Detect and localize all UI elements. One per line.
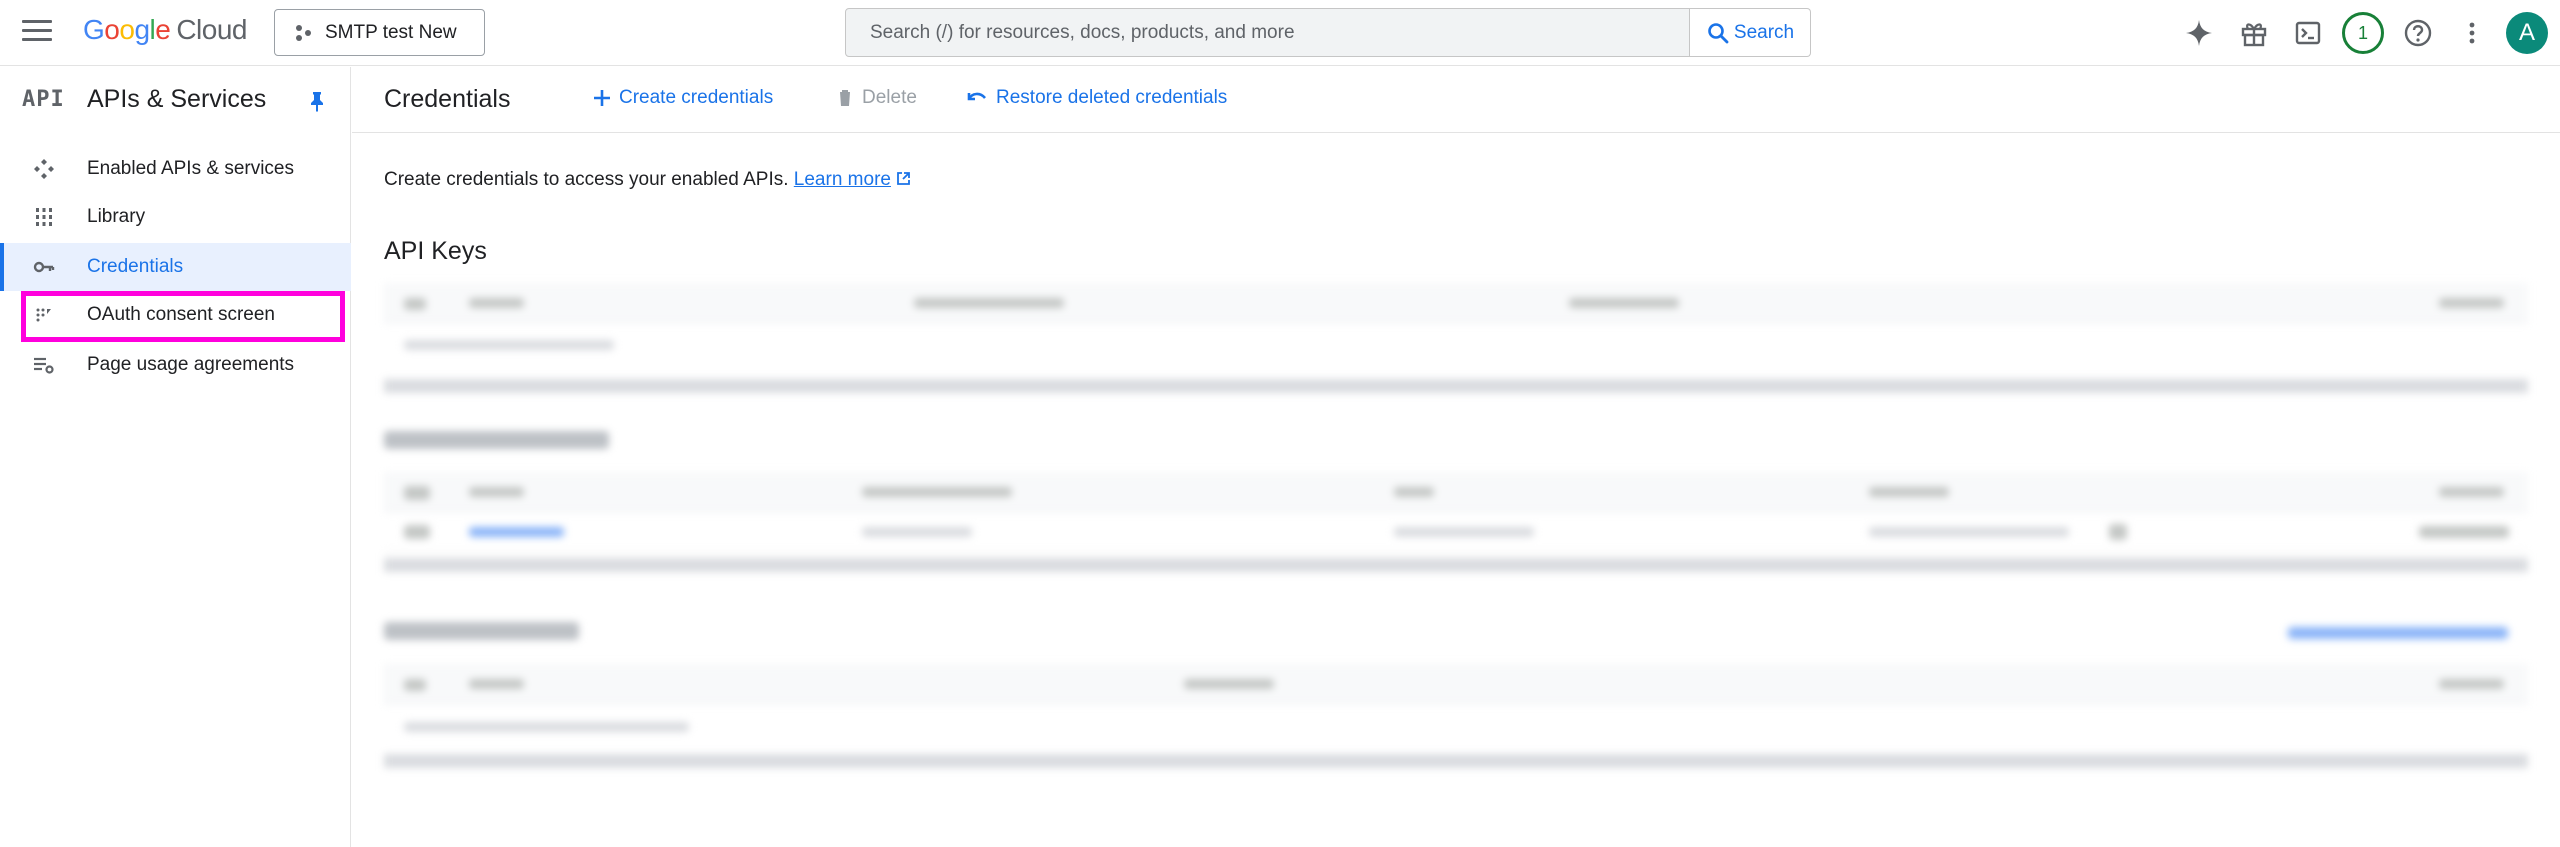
page-header: Credentials Create credentials Delete Re… (352, 67, 2560, 133)
undo-icon (967, 92, 986, 101)
more-options-icon[interactable] (2453, 14, 2491, 52)
cloud-shell-terminal-icon[interactable] (2289, 14, 2327, 52)
sidebar-item-enabled-apis[interactable]: Enabled APIs & services (0, 145, 351, 193)
logo-letter: o (119, 14, 135, 45)
sidebar-item-library[interactable]: Library (0, 193, 351, 241)
main-menu-icon[interactable] (22, 20, 52, 44)
help-icon[interactable] (2399, 14, 2437, 52)
intro-text: Create credentials to access your enable… (384, 169, 911, 191)
sidebar: API APIs & Services Enabled APIs & servi… (0, 67, 351, 847)
logo-product-name: Cloud (176, 14, 247, 45)
google-cloud-logo[interactable]: Google Cloud (83, 14, 247, 46)
create-credentials-label: Create credentials (619, 87, 774, 108)
manage-service-accounts-link-blurred (2288, 627, 2508, 639)
top-bar: Google Cloud SMTP test New Search (/) for… (0, 0, 2560, 66)
gift-icon[interactable] (2235, 14, 2273, 52)
sidebar-item-label: Credentials (87, 256, 184, 277)
delete-label: Delete (862, 87, 917, 108)
sidebar-item-label: Enabled APIs & services (87, 158, 294, 179)
api-keys-table-blurred (384, 283, 2528, 393)
search-icon (1708, 22, 1729, 43)
pin-icon[interactable] (305, 89, 329, 113)
logo-letter: g (134, 14, 150, 45)
search-button-label: Search (1733, 21, 1795, 43)
project-picker-button[interactable]: SMTP test New (274, 9, 485, 56)
service-accounts-title-blurred (384, 622, 579, 640)
sidebar-item-credentials[interactable]: Credentials (0, 243, 351, 291)
search-input[interactable]: Search (/) for resources, docs, products… (845, 8, 1690, 57)
logo-letter: o (104, 14, 120, 45)
sidebar-item-page-usage-agreements[interactable]: Page usage agreements (0, 341, 351, 389)
page-title: Credentials (384, 85, 511, 113)
sidebar-item-label: Library (87, 206, 146, 227)
search-placeholder: Search (/) for resources, docs, products… (870, 21, 1295, 43)
library-grid-icon (32, 205, 56, 229)
intro-description: Create credentials to access your enable… (384, 169, 789, 190)
account-avatar[interactable]: A (2506, 12, 2548, 54)
project-name: SMTP test New (325, 21, 457, 43)
plus-icon (594, 90, 610, 106)
restore-label: Restore deleted credentials (996, 87, 1228, 108)
sidebar-header: API APIs & Services (0, 67, 351, 133)
restore-deleted-credentials-button[interactable]: Restore deleted credentials (966, 87, 1227, 109)
gemini-sparkle-icon[interactable] (2180, 14, 2218, 52)
consent-dots-icon (32, 303, 56, 327)
delete-button[interactable]: Delete (836, 87, 917, 109)
logo-letter: e (155, 14, 171, 45)
project-nodes-icon (296, 24, 311, 41)
create-credentials-button[interactable]: Create credentials (593, 87, 773, 109)
trash-icon (838, 90, 852, 106)
oauth-clients-title-blurred (384, 431, 609, 449)
settings-list-icon (32, 353, 56, 377)
sidebar-item-label: OAuth consent screen (87, 304, 275, 325)
service-accounts-table-blurred (384, 664, 2528, 768)
api-diamond-icon (32, 157, 56, 181)
sidebar-item-oauth-consent[interactable]: OAuth consent screen (0, 291, 351, 339)
learn-more-link[interactable]: Learn more (794, 169, 891, 190)
search-button[interactable]: Search (1690, 8, 1811, 57)
oauth-clients-table-blurred (384, 472, 2528, 572)
sidebar-item-label: Page usage agreements (87, 354, 295, 375)
api-keys-section-title: API Keys (384, 237, 487, 265)
external-link-icon (897, 172, 911, 185)
key-icon (32, 255, 56, 279)
notification-count-badge[interactable]: 1 (2342, 12, 2384, 54)
api-badge: API (22, 87, 65, 112)
logo-letter: G (83, 14, 105, 45)
sidebar-title: APIs & Services (87, 85, 267, 113)
